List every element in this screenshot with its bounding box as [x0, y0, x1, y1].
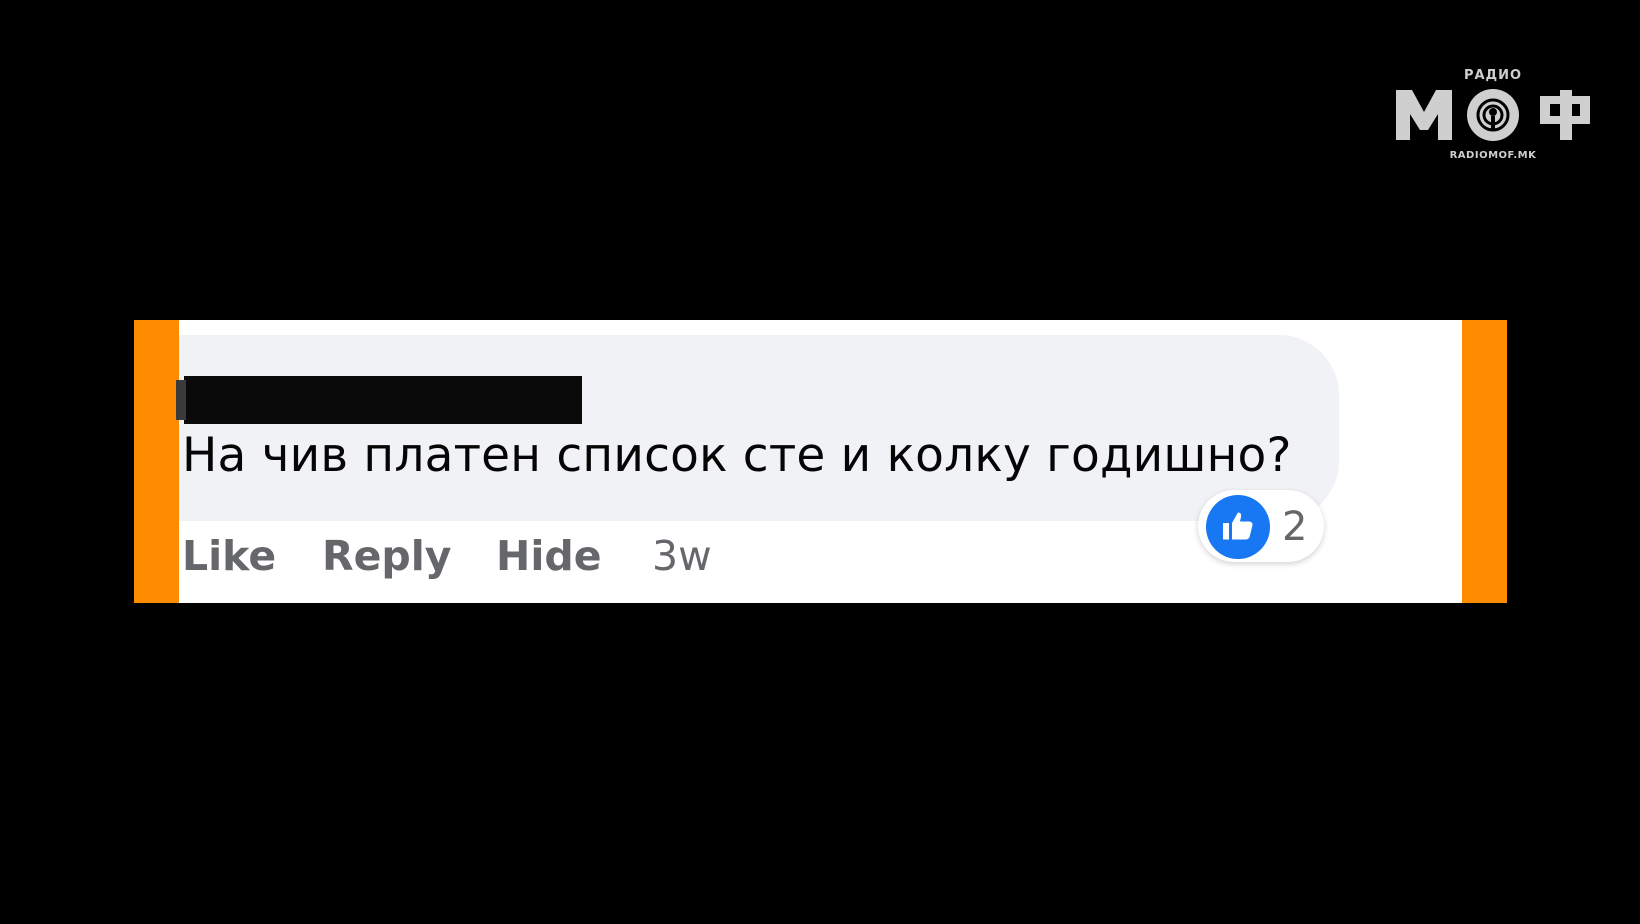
- radio-mof-logo: РАДИО RADIOMOF.MK: [1394, 68, 1592, 164]
- like-icon: [1206, 495, 1270, 559]
- logo-bottom-text: RADIOMOF.MK: [1449, 150, 1537, 161]
- logo-top-text: РАДИО: [1463, 68, 1523, 83]
- comment-text: На чив платен список сте и колку годишно…: [182, 428, 1292, 483]
- reaction-count: 2: [1282, 504, 1308, 550]
- comment-timestamp[interactable]: 3w: [652, 532, 712, 580]
- left-accent-bar: [134, 320, 179, 603]
- logo-wordmark: [1396, 89, 1590, 141]
- like-button[interactable]: Like: [182, 532, 276, 580]
- hide-button[interactable]: Hide: [496, 532, 602, 580]
- comment-card: На чив платен список сте и колку годишно…: [134, 320, 1507, 603]
- reaction-summary[interactable]: 2: [1198, 490, 1324, 562]
- author-name-redacted[interactable]: [176, 376, 582, 424]
- reply-button[interactable]: Reply: [322, 532, 452, 580]
- right-accent-bar: [1462, 320, 1507, 603]
